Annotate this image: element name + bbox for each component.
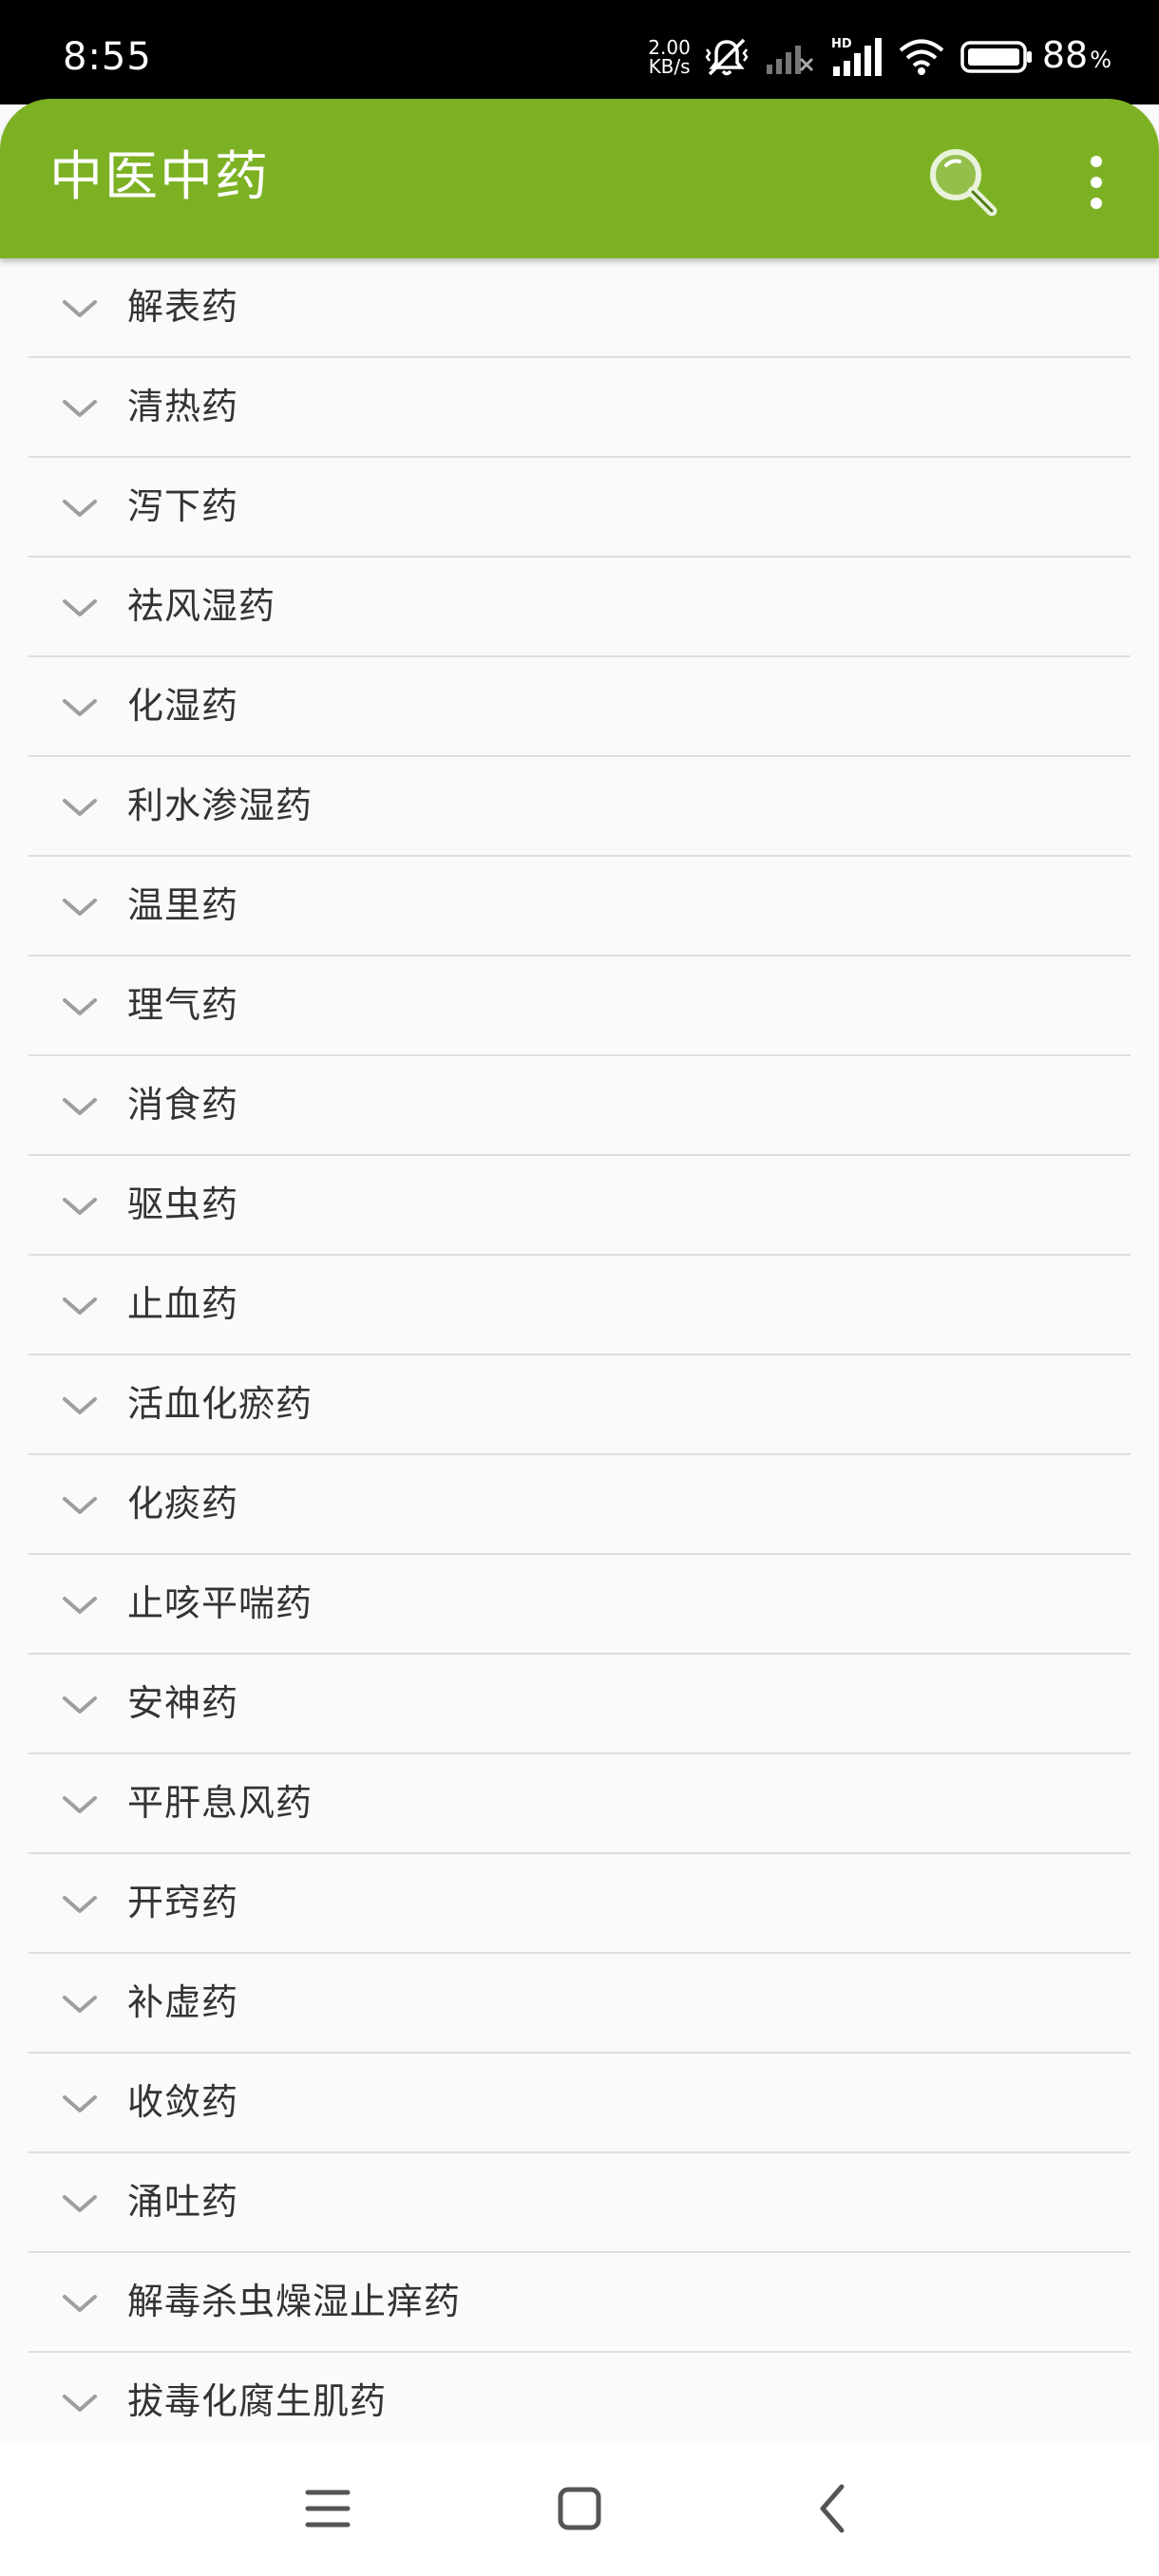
- category-row[interactable]: 涌吐药: [28, 2153, 1130, 2253]
- category-row[interactable]: 解表药: [28, 258, 1130, 358]
- vibrate-silent-icon: [705, 38, 749, 76]
- category-row[interactable]: 安神药: [28, 1655, 1130, 1754]
- chevron-down-icon: [63, 500, 97, 517]
- screen: 8:55 2.00 KB/s HD 88 % 中医中药 解表药 清热药 泻下药 …: [0, 0, 1159, 2576]
- category-label: 泻下药: [127, 485, 239, 527]
- network-speed-unit: KB/s: [648, 55, 691, 78]
- home-icon: [558, 2487, 601, 2530]
- category-row[interactable]: 祛风湿药: [28, 558, 1130, 657]
- category-label: 开窍药: [127, 1882, 239, 1923]
- chevron-down-icon: [63, 2095, 97, 2112]
- status-bar: 8:55 2.00 KB/s HD 88 %: [0, 0, 1159, 104]
- category-row[interactable]: 活血化瘀药: [28, 1355, 1130, 1455]
- category-label: 收敛药: [127, 2081, 239, 2123]
- wifi-icon: [899, 39, 944, 75]
- hd-badge: HD: [831, 37, 852, 51]
- search-icon: [930, 149, 998, 217]
- category-row[interactable]: 收敛药: [28, 2054, 1130, 2153]
- category-row[interactable]: 止血药: [28, 1256, 1130, 1355]
- category-label: 平肝息风药: [127, 1782, 314, 1824]
- category-label: 活血化瘀药: [127, 1383, 314, 1425]
- chevron-down-icon: [63, 1098, 97, 1115]
- category-label: 祛风湿药: [127, 585, 276, 627]
- chevron-down-icon: [63, 2395, 97, 2412]
- category-row[interactable]: 温里药: [28, 857, 1130, 957]
- category-row[interactable]: 清热药: [28, 358, 1130, 458]
- battery-icon: [960, 41, 1032, 73]
- chevron-down-icon: [63, 1597, 97, 1614]
- category-row[interactable]: 化痰药: [28, 1455, 1130, 1555]
- battery-percent: 88 %: [1042, 34, 1112, 81]
- category-label: 温里药: [127, 884, 239, 926]
- category-label: 安神药: [127, 1682, 239, 1724]
- category-row[interactable]: 理气药: [28, 957, 1130, 1056]
- category-row[interactable]: 化湿药: [28, 657, 1130, 757]
- chevron-down-icon: [63, 1796, 97, 1813]
- network-speed: 2.00 KB/s: [648, 38, 691, 76]
- signal-icon: HD: [831, 37, 882, 76]
- chevron-down-icon: [63, 998, 97, 1015]
- category-label: 止血药: [127, 1283, 239, 1325]
- category-label: 补虚药: [127, 1981, 239, 2023]
- category-label: 化痰药: [127, 1483, 239, 1525]
- chevron-down-icon: [63, 2195, 97, 2212]
- category-row[interactable]: 平肝息风药: [28, 1754, 1130, 1854]
- category-label: 消食药: [127, 1084, 239, 1126]
- category-label: 化湿药: [127, 685, 239, 727]
- status-time: 8:55: [63, 35, 152, 79]
- chevron-down-icon: [63, 1497, 97, 1514]
- chevron-down-icon: [63, 799, 97, 816]
- chevron-down-icon: [63, 400, 97, 417]
- category-row[interactable]: 拔毒化腐生肌药: [28, 2353, 1130, 2441]
- category-label: 清热药: [127, 386, 239, 427]
- category-label: 解毒杀虫燥湿止痒药: [127, 2281, 462, 2322]
- battery-percent-value: 88: [1041, 33, 1089, 76]
- category-row[interactable]: 解毒杀虫燥湿止痒药: [28, 2253, 1130, 2353]
- chevron-down-icon: [63, 899, 97, 916]
- chevron-down-icon: [63, 599, 97, 616]
- category-row[interactable]: 开窍药: [28, 1854, 1130, 1954]
- category-row[interactable]: 泻下药: [28, 458, 1130, 558]
- chevron-down-icon: [63, 1297, 97, 1315]
- chevron-down-icon: [63, 1198, 97, 1215]
- category-label: 解表药: [127, 286, 239, 328]
- search-button[interactable]: [923, 142, 1003, 222]
- category-row[interactable]: 消食药: [28, 1056, 1130, 1156]
- category-list: 解表药清热药泻下药祛风湿药化湿药利水渗湿药温里药理气药消食药驱虫药止血药活血化瘀…: [0, 258, 1159, 2441]
- category-label: 利水渗湿药: [127, 785, 314, 826]
- app-bar: 中医中药: [0, 99, 1159, 258]
- category-label: 止咳平喘药: [127, 1582, 314, 1624]
- chevron-down-icon: [63, 1896, 97, 1913]
- more-options-button[interactable]: [1074, 152, 1119, 213]
- category-label: 理气药: [127, 984, 239, 1026]
- category-label: 拔毒化腐生肌药: [127, 2380, 388, 2422]
- category-label: 驱虫药: [127, 1184, 239, 1225]
- category-row[interactable]: 补虚药: [28, 1954, 1130, 2054]
- category-row[interactable]: 驱虫药: [28, 1156, 1130, 1256]
- navigation-bar: [0, 2441, 1159, 2576]
- back-icon: [820, 2484, 845, 2533]
- category-label: 涌吐药: [127, 2181, 239, 2223]
- status-icons: 2.00 KB/s HD 88 %: [648, 28, 1112, 85]
- chevron-down-icon: [63, 699, 97, 716]
- app-title: 中医中药: [49, 146, 270, 208]
- chevron-down-icon: [63, 1397, 97, 1414]
- more-vert-icon: [1091, 156, 1102, 209]
- chevron-down-icon: [63, 2295, 97, 2312]
- battery-percent-sign: %: [1090, 46, 1112, 73]
- chevron-down-icon: [63, 1996, 97, 2013]
- chevron-down-icon: [63, 300, 97, 317]
- chevron-down-icon: [63, 1696, 97, 1714]
- category-row[interactable]: 利水渗湿药: [28, 757, 1130, 857]
- signal-off-icon: [766, 46, 813, 74]
- recent-apps-button[interactable]: [294, 2475, 361, 2542]
- network-speed-value: 2.00: [648, 36, 691, 59]
- menu-icon: [305, 2490, 351, 2528]
- home-button[interactable]: [546, 2475, 613, 2542]
- back-button[interactable]: [800, 2475, 866, 2542]
- category-row[interactable]: 止咳平喘药: [28, 1555, 1130, 1655]
